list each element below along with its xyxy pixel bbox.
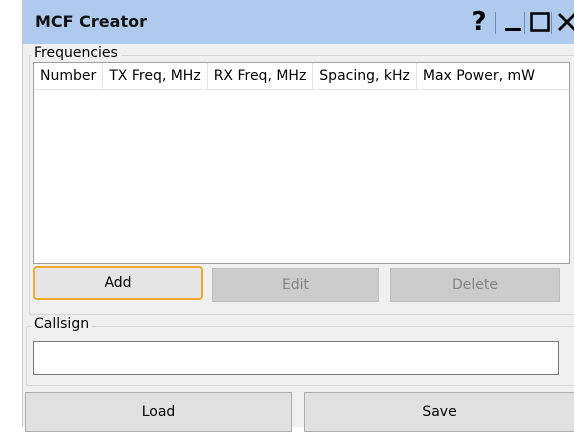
maximize-icon — [530, 12, 550, 32]
title-bar[interactable]: MCF Creator ? — [23, 0, 574, 44]
edit-button[interactable]: Edit — [212, 268, 379, 302]
column-header-rx-freq[interactable]: RX Freq, MHz — [208, 63, 314, 89]
titlebar-separator — [524, 12, 525, 34]
mcf-creator-window: MCF Creator ? Frequencies Number TX Freq… — [22, 0, 574, 432]
frequencies-list[interactable]: Number TX Freq, MHz RX Freq, MHz Spacing… — [33, 62, 570, 264]
minimize-button[interactable] — [501, 10, 525, 34]
close-button[interactable] — [555, 10, 574, 34]
load-button[interactable]: Load — [25, 392, 292, 432]
column-header-number[interactable]: Number — [34, 63, 104, 89]
add-button[interactable]: Add — [33, 266, 203, 300]
frequencies-group-label: Frequencies — [31, 45, 121, 61]
column-header-max-power[interactable]: Max Power, mW — [417, 63, 541, 89]
column-header-spacing[interactable]: Spacing, kHz — [313, 63, 417, 89]
column-header-tx-freq[interactable]: TX Freq, MHz — [103, 63, 208, 89]
titlebar-separator — [495, 12, 496, 34]
frequencies-list-header: Number TX Freq, MHz RX Freq, MHz Spacing… — [34, 63, 569, 90]
save-button[interactable]: Save — [304, 392, 574, 432]
callsign-input[interactable] — [33, 341, 559, 375]
callsign-group-label: Callsign — [31, 316, 93, 332]
delete-button[interactable]: Delete — [390, 268, 560, 302]
help-button[interactable]: ? — [467, 7, 491, 37]
close-icon — [558, 13, 574, 31]
maximize-button[interactable] — [528, 10, 552, 34]
window-title: MCF Creator — [35, 12, 147, 31]
help-icon: ? — [471, 7, 487, 37]
titlebar-separator — [551, 12, 552, 34]
minimize-icon — [505, 28, 521, 31]
